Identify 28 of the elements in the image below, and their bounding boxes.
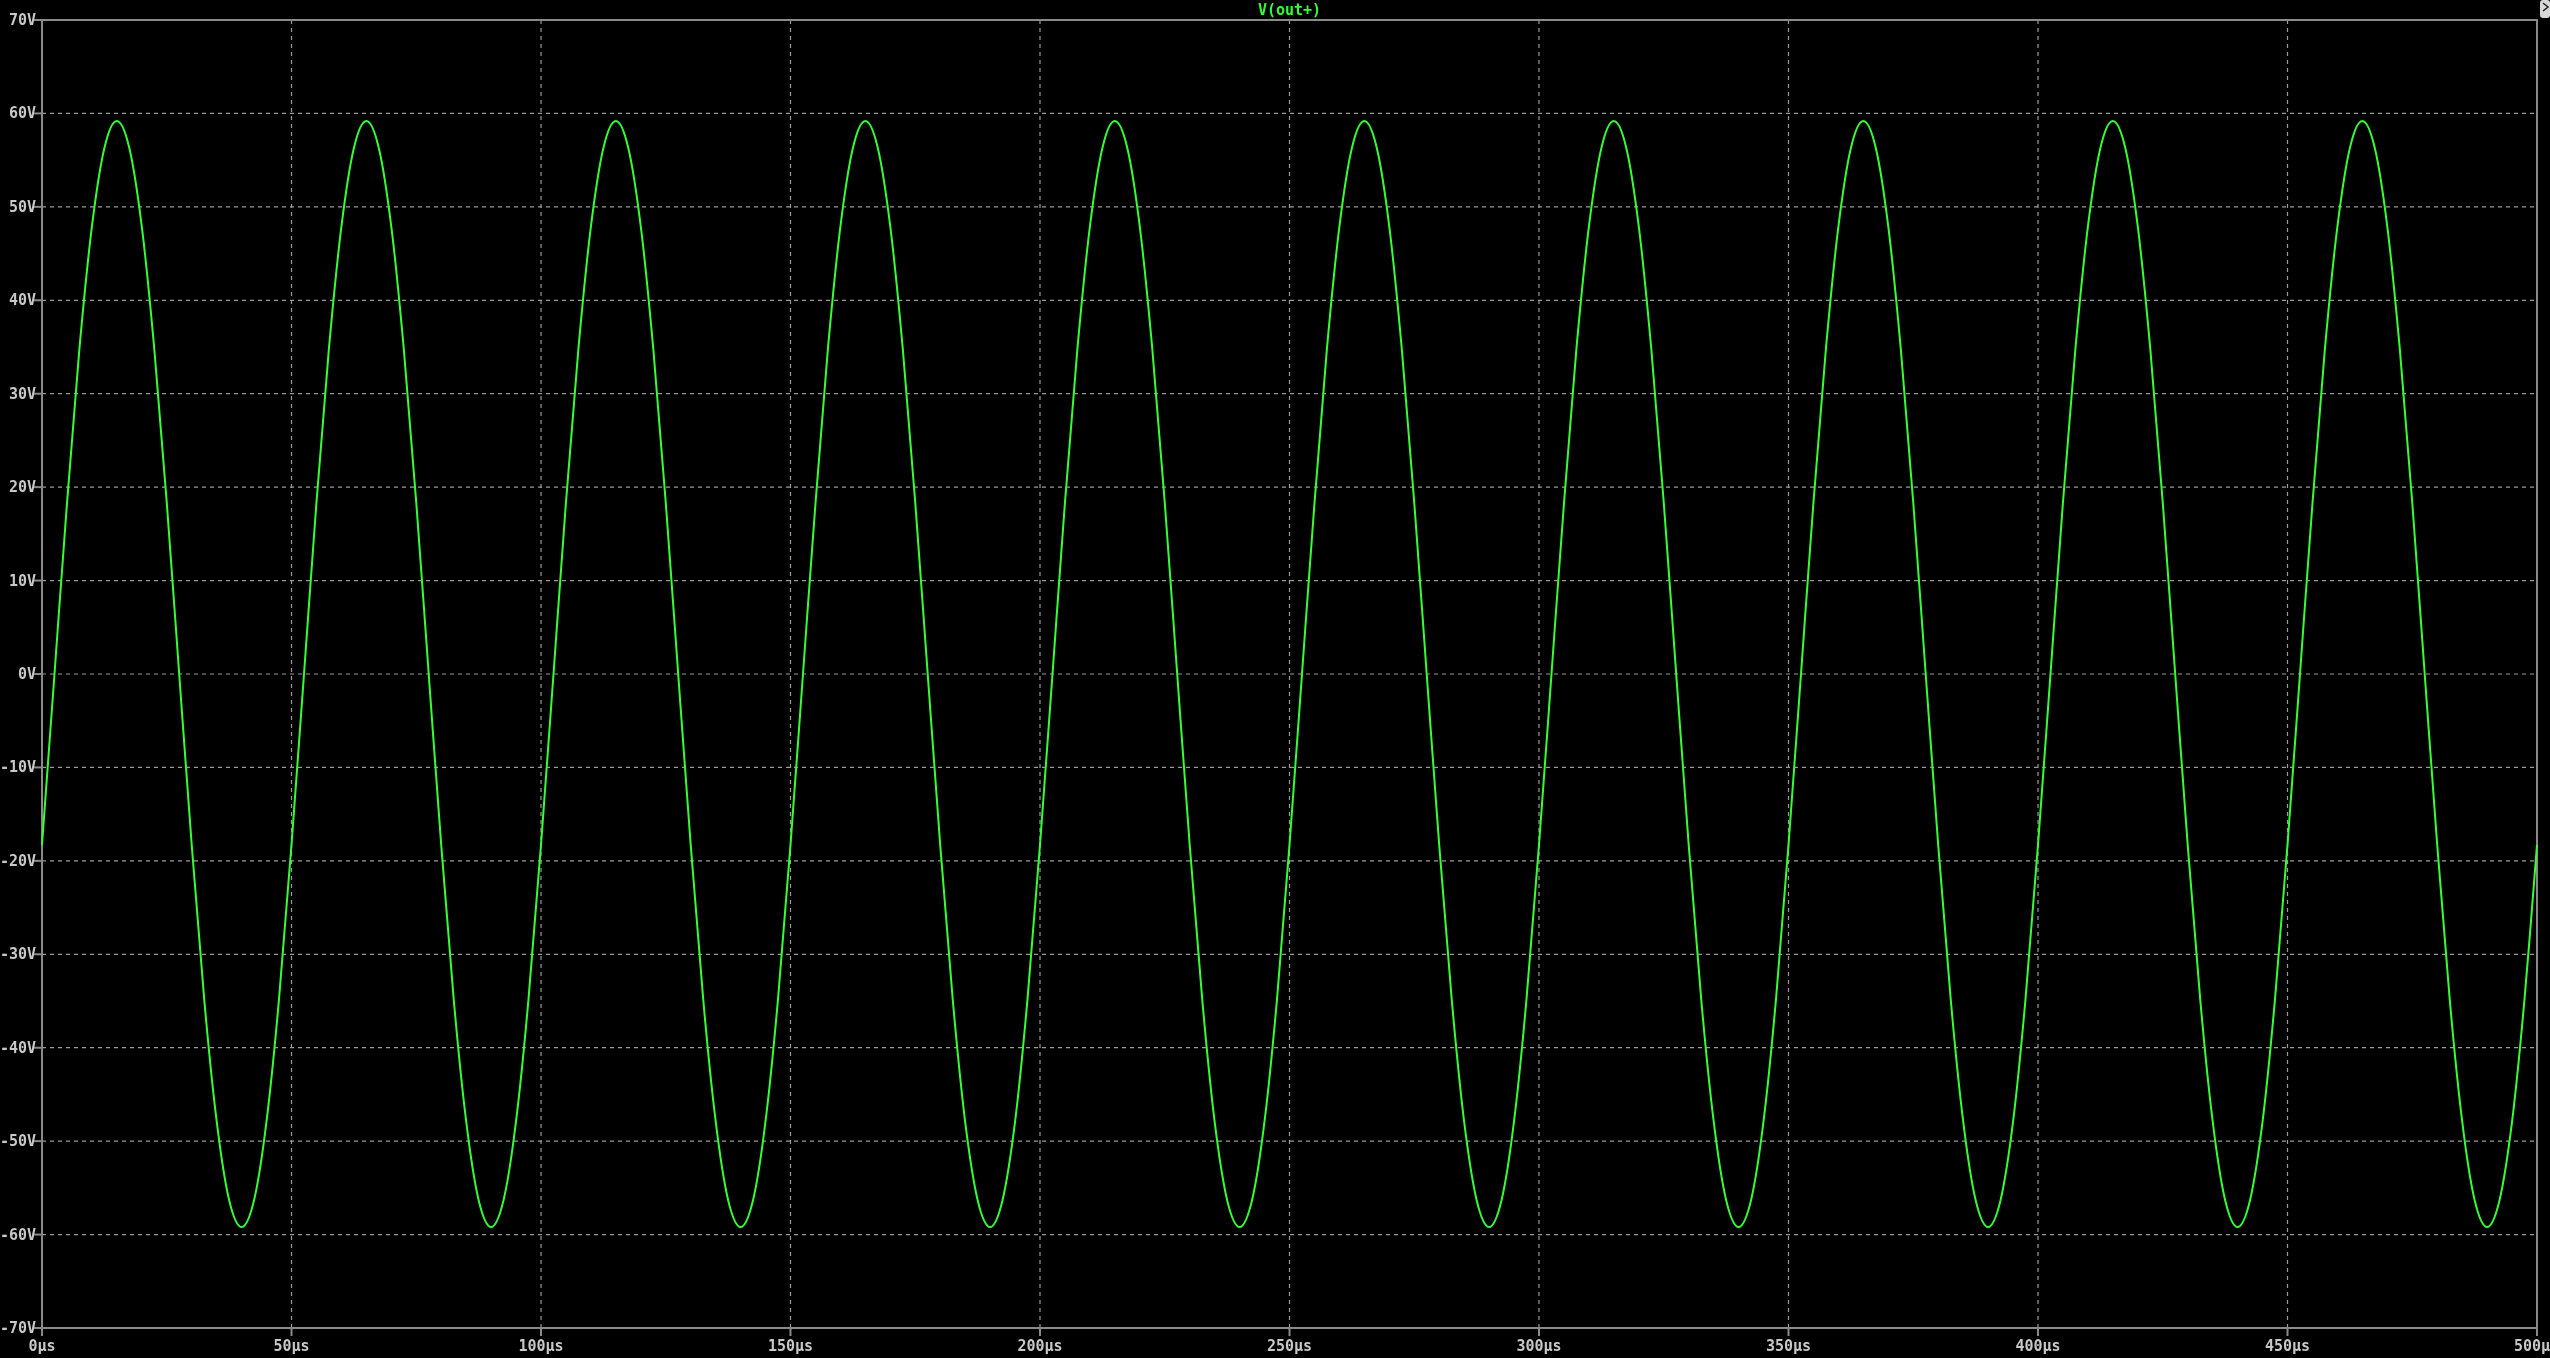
y-axis-label: -20V [0,851,36,870]
x-axis-label: 350µs [1765,1337,1812,1355]
y-axis-label: 20V [8,478,36,497]
y-axis-label: 50V [8,197,36,216]
y-axis-label: 40V [8,291,36,310]
x-axis-label: 450µs [2264,1337,2311,1355]
y-axis-label: -40V [0,1038,36,1057]
x-axis-label: 300µs [1516,1337,1562,1355]
y-axis-label: 10V [8,571,36,590]
x-axis-label: 100µs [518,1337,564,1355]
y-axis-label: -60V [0,1225,36,1244]
y-axis-label: 0V [17,665,36,683]
x-axis-label: 250µs [1266,1337,1313,1355]
x-axis-label: 400µs [2015,1337,2061,1355]
x-axis-label: 200µs [1017,1337,1063,1355]
y-axis-label: -50V [0,1132,36,1151]
panel-toggle-button[interactable] [2540,0,2550,18]
y-axis-label: -70V [0,1319,36,1337]
y-axis-label: -10V [0,758,36,777]
y-axis-label: -30V [0,945,36,964]
trace-title[interactable]: V(out+) [1257,1,1322,19]
x-axis-label: 0µs [28,1337,56,1355]
x-axis-label: 150µs [767,1337,814,1355]
x-axis-label: 50µs [273,1337,310,1355]
x-axis-label: 500µ [2513,1337,2550,1355]
y-axis-label: 60V [8,104,36,123]
y-axis-label: 70V [8,11,36,29]
y-axis-label: 30V [8,384,36,403]
